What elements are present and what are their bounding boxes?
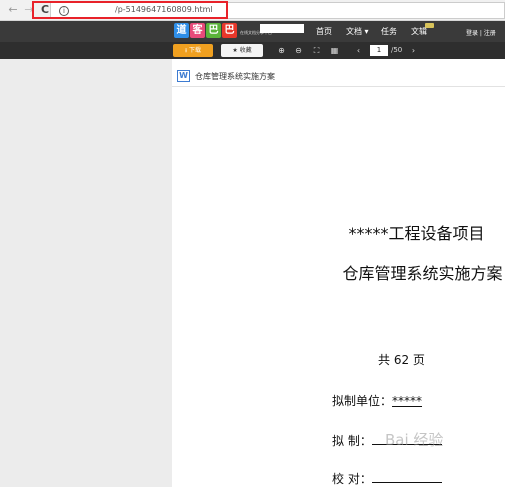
nav-home[interactable]: 首页 [316,26,332,37]
checker-blank [371,473,442,483]
fullscreen-icon[interactable]: ⛶ [311,45,322,56]
grid-view-icon[interactable]: ▦ [329,45,340,56]
word-file-icon: W [177,70,190,82]
zoom-out-icon[interactable]: ⊖ [293,45,304,56]
star-icon: ★ [232,47,240,54]
checker-label: 校 对： [332,472,372,486]
site-header: 道 客 巴 巴 在线文档分享平台 首页 文档 ▾ 任务 文辑 登录 | 注册 [0,21,505,42]
document-page: *****工程设备项目 仓库管理系统实施方案 共 62 页 拟制单位：*****… [172,88,505,487]
unit-field: 拟制单位：***** [332,392,422,409]
prev-page-icon[interactable]: ‹ [353,45,364,56]
checker-field: 校 对： [332,470,442,487]
new-badge [425,23,434,28]
download-label: 下载 [189,47,202,54]
favorite-label: 收藏 [239,47,252,54]
site-logo[interactable]: 道 客 巴 巴 [174,23,237,40]
logo-char: 道 [174,23,189,38]
screenshot-root: ← → C i /p-5149647160809.html 道 客 巴 巴 在线… [0,0,505,487]
zoom-in-icon[interactable]: ⊕ [276,45,287,56]
back-icon[interactable]: ← [6,3,20,17]
doc-toolbar: ⭳ 下载 ★ 收藏 ⊕ ⊖ ⛶ ▦ ‹ 1 /50 › [0,42,505,59]
nav-tasks[interactable]: 任务 [381,26,397,37]
unit-value: ***** [392,394,423,408]
logo-char: 巴 [206,23,221,38]
favorite-button[interactable]: ★ 收藏 [221,44,263,57]
redacted-area [260,24,304,33]
unit-label: 拟制单位： [332,394,393,408]
doc-title-line1: *****工程设备项目 [348,224,485,243]
browser-toolbar: ← → C i /p-5149647160809.html [0,0,505,21]
download-button[interactable]: ⭳ 下载 [173,44,213,57]
left-side-panel [0,59,172,487]
watermark: Bai 经验 [385,431,444,449]
nav-docs[interactable]: 文档 ▾ [346,26,369,37]
highlight-box [32,1,228,19]
login-register-link[interactable]: 登录 | 注册 [466,28,496,37]
page-total: /50 [391,46,403,54]
logo-char: 巴 [222,23,237,38]
document-header: W 仓库管理系统实施方案 [172,65,505,87]
page-number-input[interactable]: 1 [370,45,388,56]
page-count: 共 62 页 [378,353,425,367]
next-page-icon[interactable]: › [408,45,419,56]
doc-title-line2: 仓库管理系统实施方案 [342,264,503,283]
document-file-name: 仓库管理系统实施方案 [195,72,275,81]
drafter-label: 拟 制： [332,434,372,448]
logo-char: 客 [190,23,205,38]
